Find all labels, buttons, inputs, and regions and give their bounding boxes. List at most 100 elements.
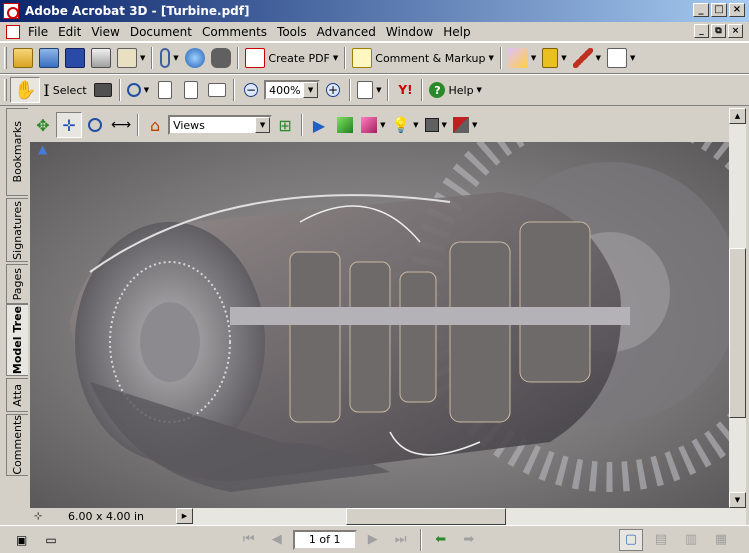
toolbar-grip[interactable]: [4, 47, 7, 69]
menu-view[interactable]: View: [87, 25, 125, 39]
next-view-button[interactable]: ➡: [457, 529, 481, 551]
default-view-button[interactable]: ⌂: [142, 112, 168, 138]
secure-button[interactable]: ▼: [539, 45, 569, 71]
sign-button[interactable]: ▼: [570, 45, 604, 71]
chevron-down-icon: ▼: [561, 54, 567, 62]
first-page-button[interactable]: ⏮: [237, 529, 261, 551]
last-page-button[interactable]: ⏭: [389, 529, 413, 551]
acrobat-app-icon[interactable]: [3, 3, 19, 19]
facing-layout-button[interactable]: ▥: [679, 529, 703, 551]
print-button[interactable]: [88, 45, 114, 71]
zoom-in-tool-button[interactable]: ▼: [124, 77, 152, 103]
tab-bookmarks[interactable]: Bookmarks: [6, 108, 28, 196]
projection-button[interactable]: [332, 112, 358, 138]
menu-advanced[interactable]: Advanced: [313, 25, 382, 39]
chevron-down-icon: ▼: [332, 54, 339, 62]
organizer-button[interactable]: [36, 45, 62, 71]
menu-comments[interactable]: Comments: [198, 25, 273, 39]
monitor-icon[interactable]: ▣: [16, 533, 27, 547]
toolbar-grip[interactable]: [4, 79, 7, 101]
lock-icon: [542, 48, 559, 68]
walk-3d-button[interactable]: ⟷: [108, 112, 134, 138]
doc-minimize-button[interactable]: _: [694, 24, 709, 38]
save-disk-icon: [65, 48, 85, 68]
play-animation-button[interactable]: ▶: [306, 112, 332, 138]
chevron-down-icon[interactable]: ▼: [303, 82, 319, 98]
menu-help[interactable]: Help: [439, 25, 476, 39]
save-button[interactable]: [62, 45, 88, 71]
vertical-scroll-thumb[interactable]: [729, 248, 746, 418]
3d-viewport[interactable]: ▲: [30, 142, 729, 508]
menu-file[interactable]: File: [24, 25, 54, 39]
page-size-icon[interactable]: ⊹: [34, 511, 42, 522]
rotate-view-button[interactable]: ▼: [354, 77, 384, 103]
actual-size-button[interactable]: [152, 77, 178, 103]
close-button[interactable]: ×: [729, 3, 745, 17]
lighting-button[interactable]: 💡 ▼: [388, 112, 421, 138]
search-button[interactable]: [208, 45, 234, 71]
create-pdf-button[interactable]: Create PDF ▼: [242, 45, 341, 71]
scroll-down-button[interactable]: ▼: [729, 492, 746, 508]
zoom-combo[interactable]: 400% ▼: [264, 80, 321, 100]
model-tree-toggle-button[interactable]: ⊞: [272, 112, 298, 138]
maximize-button[interactable]: □: [711, 3, 727, 17]
render-mode-button[interactable]: ▼: [358, 112, 388, 138]
zoom-3d-button[interactable]: [82, 112, 108, 138]
chevron-down-icon[interactable]: ▼: [255, 117, 271, 133]
email-button[interactable]: [182, 45, 208, 71]
pan-3d-button[interactable]: ✛: [56, 112, 82, 138]
tab-comments[interactable]: Comments: [6, 414, 28, 476]
comment-markup-button[interactable]: Comment & Markup ▼: [349, 45, 497, 71]
menu-tools[interactable]: Tools: [273, 25, 313, 39]
rotate-pages-icon: [357, 81, 374, 99]
views-combo[interactable]: Views ▼: [168, 115, 273, 135]
attach-button[interactable]: ▼: [156, 45, 182, 71]
help-button[interactable]: ? Help ▼: [426, 77, 484, 103]
forms-button[interactable]: ▼: [505, 45, 539, 71]
magnifier-icon: [88, 118, 102, 132]
hand-tool-button[interactable]: ✋: [10, 77, 41, 103]
tasks-button[interactable]: ▼: [114, 45, 148, 71]
zoom-in-button[interactable]: +: [320, 77, 346, 103]
tab-pages[interactable]: Pages: [6, 264, 28, 304]
continuous-facing-layout-button[interactable]: ▦: [709, 529, 733, 551]
snapshot-button[interactable]: [90, 77, 116, 103]
menu-document[interactable]: Document: [126, 25, 198, 39]
page-number-field[interactable]: 1 of 1: [292, 529, 357, 550]
select-tool-button[interactable]: Ⅰ Select: [40, 77, 89, 103]
page-doc-icon[interactable]: ▭: [45, 533, 56, 547]
tab-signatures[interactable]: Signatures: [6, 198, 28, 262]
single-page-layout-button[interactable]: ▢: [619, 528, 643, 551]
background-color-button[interactable]: ▼: [422, 112, 450, 138]
horizontal-scroll-thumb[interactable]: [346, 508, 506, 525]
previous-view-button[interactable]: ⬅: [429, 529, 453, 551]
minimize-button[interactable]: _: [693, 3, 709, 17]
continuous-layout-button[interactable]: ▤: [649, 529, 673, 551]
rotate-3d-button[interactable]: ✥: [30, 112, 56, 138]
menu-window[interactable]: Window: [382, 25, 439, 39]
doc-close-button[interactable]: ×: [728, 24, 743, 38]
open-button[interactable]: [10, 45, 36, 71]
pan-arrows-icon: ✛: [62, 115, 76, 135]
vertical-scrollbar[interactable]: ▲ ▼: [729, 108, 746, 508]
cross-section-button[interactable]: ▼: [450, 112, 480, 138]
review-button[interactable]: ▼: [604, 45, 638, 71]
tab-attachments[interactable]: Atta: [6, 378, 28, 412]
menu-edit[interactable]: Edit: [54, 25, 87, 39]
zoom-out-button[interactable]: −: [238, 77, 264, 103]
3d-toolbar: ✥ ✛ ⟷ ⌂ Views ▼ ⊞ ▶ ▼ 💡 ▼ ▼ ▼: [30, 108, 749, 142]
tab-model-tree[interactable]: Model Tree: [6, 304, 28, 376]
next-page-button[interactable]: ▶: [361, 529, 385, 551]
document-icon[interactable]: [6, 24, 20, 39]
globe-icon: [185, 48, 206, 68]
chevron-down-icon: ▼: [376, 86, 382, 94]
fit-page-button[interactable]: [178, 77, 204, 103]
scroll-right-button[interactable]: ▶: [176, 508, 193, 524]
previous-page-button[interactable]: ◀: [265, 529, 289, 551]
horizontal-scrollbar[interactable]: ▶: [176, 508, 746, 525]
doc-restore-button[interactable]: ⧉: [711, 24, 726, 38]
scroll-up-button[interactable]: ▲: [729, 108, 746, 124]
fit-width-button[interactable]: [204, 77, 230, 103]
yahoo-search-button[interactable]: Y!: [392, 77, 418, 103]
up-arrow-icon[interactable]: ▲: [38, 142, 47, 156]
